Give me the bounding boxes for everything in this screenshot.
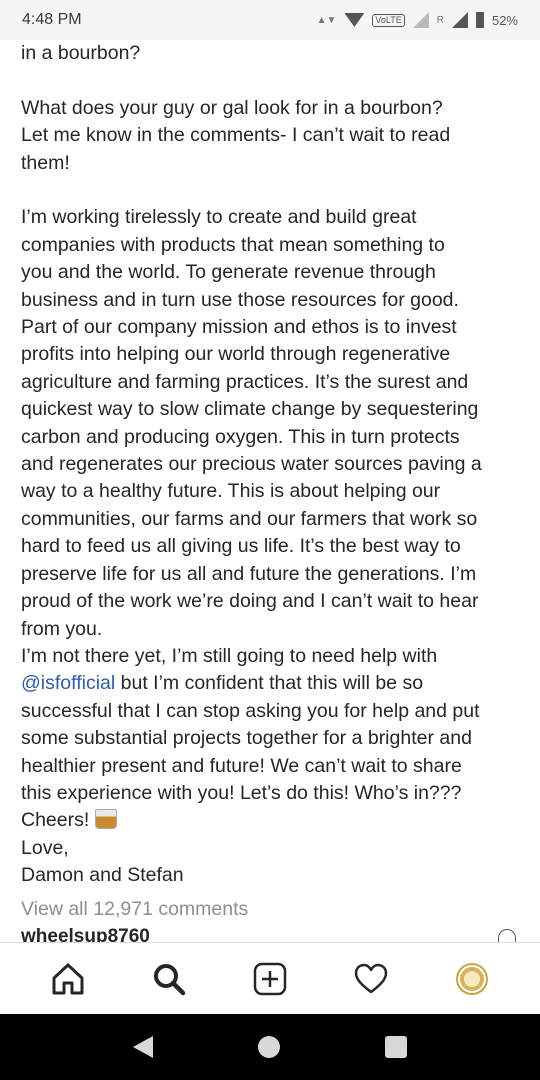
search-icon [154, 963, 186, 995]
signal-sim2-icon [451, 12, 468, 28]
comment-preview[interactable]: wheelsup8760 [21, 926, 521, 942]
system-nav-bar [0, 1014, 540, 1080]
tab-search[interactable] [139, 949, 199, 1009]
caption-line-top: in a bourbon? [21, 42, 141, 64]
signal-sim1-icon [412, 12, 429, 28]
view-all-comments-link[interactable]: View all 12,971 comments [21, 898, 248, 921]
whiskey-glass-icon [94, 809, 117, 830]
tab-profile[interactable] [442, 949, 502, 1009]
roaming-indicator: R [436, 14, 444, 26]
recent-apps-icon[interactable] [385, 1036, 408, 1058]
caption-signature: Damon and Stefan [21, 864, 184, 887]
bottom-tab-bar [0, 942, 540, 1014]
home-circle-icon[interactable] [257, 1036, 280, 1058]
new-post-icon [253, 962, 287, 995]
data-arrows-icon: ▲▼ [316, 14, 337, 26]
battery-icon [475, 12, 484, 28]
commenter-username[interactable]: wheelsup8760 [21, 926, 150, 942]
status-bar: 4:48 PM ▲▼ VoLTE R 52% [0, 0, 540, 40]
battery-percent: 52% [491, 12, 518, 28]
caption-love: Love, [21, 836, 69, 859]
post-caption: in a bourbon? What does your guy or gal … [21, 40, 526, 890]
back-icon[interactable] [132, 1036, 153, 1058]
cheers-text: Cheers! [21, 809, 90, 832]
wifi-icon [344, 13, 365, 27]
tab-activity[interactable] [341, 949, 401, 1009]
activity-heart-icon [354, 963, 388, 993]
mention-link[interactable]: @isfofficial [21, 672, 115, 694]
volte-badge: VoLTE [372, 13, 405, 27]
caption-question: What does your guy or gal look for in a … [21, 96, 451, 174]
caption-mission: I’m working tirelessly to create and bui… [21, 206, 482, 640]
tab-home[interactable] [38, 949, 98, 1009]
profile-avatar [455, 962, 488, 995]
tab-new-post[interactable] [240, 949, 300, 1009]
caption-help-start: I’m not there yet, I’m still going to ne… [21, 644, 438, 667]
home-icon [52, 963, 84, 994]
caption-cheers: Cheers! [21, 807, 526, 834]
comment-like-icon[interactable] [498, 929, 516, 943]
caption-help: I’m not there yet, I’m still going to ne… [21, 643, 526, 807]
status-time: 4:48 PM [22, 11, 82, 28]
status-icons: ▲▼ VoLTE R 52% [317, 12, 518, 28]
